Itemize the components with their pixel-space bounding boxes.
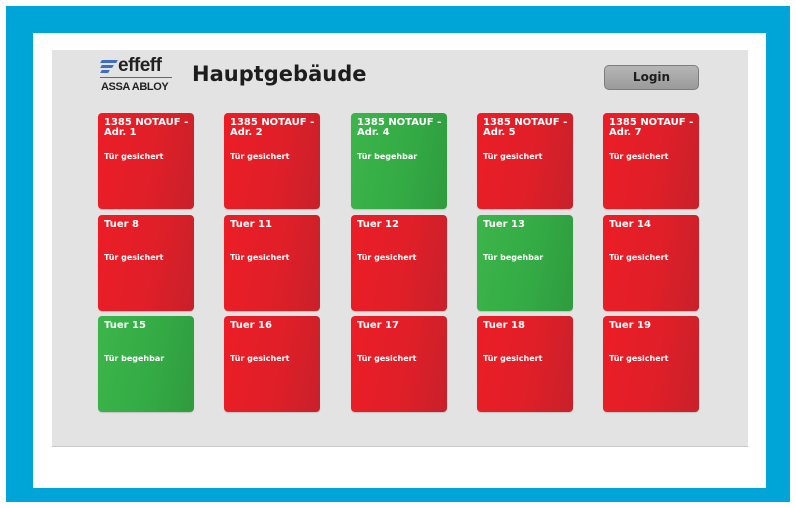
door-tile[interactable]: Tuer 12 Tür gesichert [351, 215, 447, 311]
login-button[interactable]: Login [604, 65, 699, 90]
door-status: Tür gesichert [357, 354, 417, 363]
door-status: Tür gesichert [104, 253, 164, 262]
door-tile[interactable]: Tuer 16 Tür gesichert [224, 316, 320, 412]
door-name: 1385 NOTAUF - Adr. 7 [609, 117, 694, 138]
door-name: Tuer 13 [483, 219, 525, 230]
door-status: Tür gesichert [609, 354, 669, 363]
door-status: Tür gesichert [483, 152, 543, 161]
door-status: Tür begehbar [483, 253, 544, 262]
door-tile[interactable]: Tuer 19 Tür gesichert [603, 316, 699, 412]
door-name: Tuer 8 [104, 219, 139, 230]
door-name: 1385 NOTAUF - Adr. 2 [230, 117, 315, 138]
logo-divider [100, 77, 172, 78]
door-status: Tür gesichert [357, 253, 417, 262]
door-tile[interactable]: 1385 NOTAUF - Adr. 1 Tür gesichert [98, 113, 194, 209]
door-name: Tuer 15 [104, 320, 146, 331]
door-name: Tuer 16 [230, 320, 272, 331]
door-status: Tür gesichert [483, 354, 543, 363]
page-title: Hauptgebäude [192, 62, 367, 86]
door-tile[interactable]: Tuer 17 Tür gesichert [351, 316, 447, 412]
effeff-logo: effeff ASSA ABLOY [100, 55, 174, 96]
door-name: Tuer 19 [609, 320, 651, 331]
door-name: 1385 NOTAUF - Adr. 4 [357, 117, 442, 138]
door-status: Tür gesichert [104, 152, 164, 161]
door-status: Tür gesichert [230, 253, 290, 262]
door-tile[interactable]: Tuer 13 Tür begehbar [477, 215, 573, 311]
logo-wordmark: effeff [118, 55, 162, 76]
logo-subbrand: ASSA ABLOY [101, 81, 169, 93]
door-name: Tuer 17 [357, 320, 399, 331]
door-status: Tür begehbar [357, 152, 418, 161]
door-tile[interactable]: 1385 NOTAUF - Adr. 5 Tür gesichert [477, 113, 573, 209]
door-status: Tür gesichert [230, 354, 290, 363]
door-status: Tür gesichert [609, 253, 669, 262]
door-tile[interactable]: Tuer 15 Tür begehbar [98, 316, 194, 412]
door-name: 1385 NOTAUF - Adr. 1 [104, 117, 189, 138]
door-name: 1385 NOTAUF - Adr. 5 [483, 117, 568, 138]
door-tile[interactable]: Tuer 11 Tür gesichert [224, 215, 320, 311]
door-tile[interactable]: 1385 NOTAUF - Adr. 4 Tür begehbar [351, 113, 447, 209]
door-status: Tür begehbar [104, 354, 165, 363]
door-name: Tuer 12 [357, 219, 399, 230]
door-status: Tür gesichert [609, 152, 669, 161]
door-status: Tür gesichert [230, 152, 290, 161]
door-name: Tuer 14 [609, 219, 651, 230]
door-name: Tuer 11 [230, 219, 272, 230]
door-tile[interactable]: Tuer 18 Tür gesichert [477, 316, 573, 412]
door-tile[interactable]: Tuer 14 Tür gesichert [603, 215, 699, 311]
door-tile[interactable]: 1385 NOTAUF - Adr. 2 Tür gesichert [224, 113, 320, 209]
door-tile[interactable]: Tuer 8 Tür gesichert [98, 215, 194, 311]
effeff-arrow-icon [100, 60, 119, 73]
door-name: Tuer 18 [483, 320, 525, 331]
door-tile[interactable]: 1385 NOTAUF - Adr. 7 Tür gesichert [603, 113, 699, 209]
